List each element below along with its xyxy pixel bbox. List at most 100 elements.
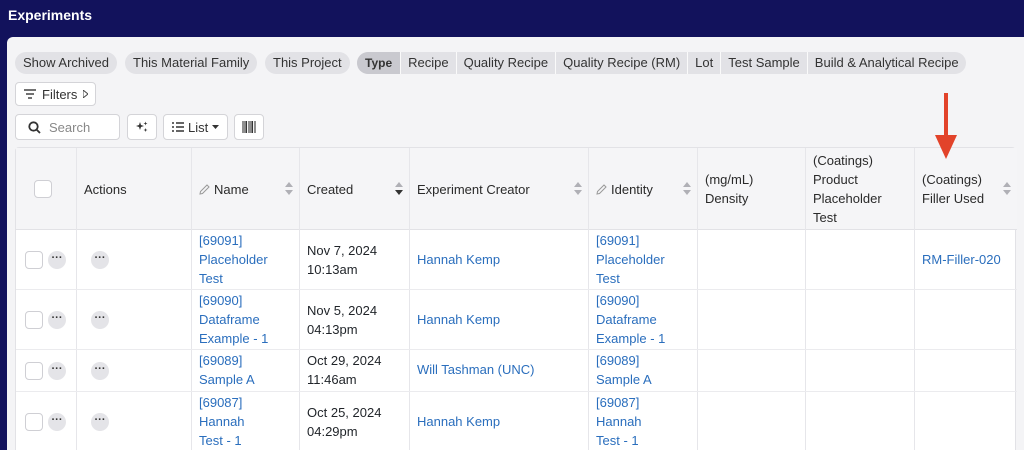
identity-link[interactable]: [69091] Placeholder Test <box>596 231 665 288</box>
creator-link[interactable]: Will Tashman (UNC) <box>417 360 535 379</box>
experiments-table: Actions Name Created Experiment Creator … <box>15 147 1017 450</box>
filler-used-link[interactable]: RM-Filler-020 <box>922 250 1001 269</box>
column-header-identity[interactable]: Identity <box>588 148 697 230</box>
type-label[interactable]: Type <box>357 52 401 74</box>
creator-link[interactable]: Hannah Kemp <box>417 412 500 431</box>
identity-line: [69091] <box>596 233 640 248</box>
identity-line: Test <box>596 271 620 286</box>
name-line: [69089] <box>199 353 243 368</box>
type-option-test-sample[interactable]: Test Sample <box>720 52 807 74</box>
this-project-chip[interactable]: This Project <box>265 52 350 74</box>
name-line: Example - 1 <box>199 331 269 346</box>
column-label-line: Product <box>813 172 858 187</box>
filters-button[interactable]: Filters <box>15 82 96 106</box>
created-date: Nov 5, 2024 <box>307 303 378 318</box>
experiment-name-link[interactable]: [69087] Hannah Test - 1 <box>199 393 245 450</box>
column-header-experiment-creator[interactable]: Experiment Creator <box>409 148 588 230</box>
sort-icon[interactable] <box>285 182 293 196</box>
top-bar: Experiments <box>0 0 1024 36</box>
identity-link[interactable]: [69087] Hannah Test - 1 <box>596 393 642 450</box>
column-header-created[interactable]: Created <box>299 148 409 230</box>
name-line: Sample A <box>199 372 255 387</box>
identity-line: [69087] <box>596 395 640 410</box>
type-option-quality-recipe-rm[interactable]: Quality Recipe (RM) <box>555 52 687 74</box>
column-label: (Coatings) Product Placeholder Test <box>813 151 882 227</box>
column-label-line: (Coatings) <box>922 172 982 187</box>
annotation-arrow-icon <box>935 135 957 159</box>
show-archived-chip[interactable]: Show Archived <box>15 52 117 74</box>
row-checkbox[interactable] <box>25 311 43 329</box>
sort-icon[interactable] <box>574 182 582 196</box>
column-label: (Coatings) Filler Used <box>922 170 984 208</box>
identity-link[interactable]: [69090] Dataframe Example - 1 <box>596 291 665 348</box>
row-menu-icon[interactable]: ··· <box>48 362 66 380</box>
table-row <box>16 230 1017 290</box>
experiment-name-link[interactable]: [69089] Sample A <box>199 351 255 389</box>
search-input[interactable]: Search <box>49 120 90 135</box>
name-line: [69090] <box>199 293 243 308</box>
type-option-quality-recipe[interactable]: Quality Recipe <box>455 52 556 74</box>
row-menu-icon[interactable]: ··· <box>48 413 66 431</box>
sort-icon[interactable] <box>1003 182 1011 196</box>
created-cell: Oct 29, 2024 11:46am <box>307 351 381 389</box>
column-header-actions: Actions <box>76 148 191 230</box>
actions-menu-icon[interactable]: ··· <box>91 311 109 329</box>
annotation-arrow-shaft <box>944 93 948 137</box>
type-option-lot[interactable]: Lot <box>687 52 720 74</box>
creator-link[interactable]: Hannah Kemp <box>417 250 500 269</box>
row-menu-icon[interactable]: ··· <box>48 251 66 269</box>
barcode-button[interactable] <box>234 114 264 140</box>
pencil-icon <box>596 183 607 195</box>
experiment-name-link[interactable]: [69090] Dataframe Example - 1 <box>199 291 268 348</box>
list-label: List <box>188 119 209 135</box>
name-line: Placeholder <box>199 252 268 267</box>
magic-button[interactable] <box>127 114 157 140</box>
list-view-button[interactable]: List <box>163 114 228 140</box>
row-menu-icon[interactable]: ··· <box>48 311 66 329</box>
name-line: Test <box>199 271 223 286</box>
column-header-name[interactable]: Name <box>191 148 299 230</box>
identity-line: Test - 1 <box>596 433 639 448</box>
caret-right-icon <box>83 90 89 98</box>
type-filter-segmented: Type Recipe Quality Recipe Quality Recip… <box>357 52 966 74</box>
sparkle-icon <box>136 121 148 132</box>
experiment-name-link[interactable]: [69091] Placeholder Test <box>199 231 268 288</box>
actions-menu-icon[interactable]: ··· <box>91 413 109 431</box>
row-checkbox[interactable] <box>25 251 43 269</box>
column-header-density[interactable]: (mg/mL) Density <box>697 148 805 230</box>
created-cell: Oct 25, 2024 04:29pm <box>307 403 381 441</box>
table-row <box>16 392 1017 450</box>
name-line: [69087] <box>199 395 243 410</box>
magnifier-icon <box>28 120 41 134</box>
created-date: Oct 25, 2024 <box>307 405 382 420</box>
this-material-family-chip[interactable]: This Material Family <box>125 52 258 74</box>
name-line: Hannah <box>199 414 245 429</box>
actions-menu-icon[interactable]: ··· <box>91 251 109 269</box>
sort-descending-icon[interactable] <box>395 182 403 196</box>
barcode-icon <box>242 121 256 133</box>
row-checkbox[interactable] <box>25 362 43 380</box>
select-all-checkbox[interactable] <box>34 180 52 198</box>
list-icon <box>172 122 184 132</box>
column-header-filler-used[interactable]: (Coatings) Filler Used <box>914 148 1017 230</box>
column-label: Created <box>307 181 354 197</box>
column-label-line: Test <box>813 210 837 225</box>
actions-menu-icon[interactable]: ··· <box>91 362 109 380</box>
column-label-line: (Coatings) <box>813 153 873 168</box>
column-header-product-placeholder-test[interactable]: (Coatings) Product Placeholder Test <box>805 148 914 230</box>
row-checkbox[interactable] <box>25 413 43 431</box>
experiments-panel: Show Archived This Material Family This … <box>7 37 1024 450</box>
search-box[interactable]: Search <box>15 114 120 140</box>
creator-link[interactable]: Hannah Kemp <box>417 310 500 329</box>
created-date: Oct 29, 2024 <box>307 353 382 368</box>
column-label: Actions <box>84 181 127 197</box>
identity-link[interactable]: [69089] Sample A <box>596 351 652 389</box>
pencil-icon <box>199 183 210 195</box>
name-line: Dataframe <box>199 312 260 327</box>
table-row <box>16 290 1017 350</box>
type-option-recipe[interactable]: Recipe <box>400 52 455 74</box>
column-label: Experiment Creator <box>417 181 530 197</box>
created-date: Nov 7, 2024 <box>307 243 378 258</box>
type-option-build-analytical-recipe[interactable]: Build & Analytical Recipe <box>806 52 966 74</box>
sort-icon[interactable] <box>683 182 691 196</box>
